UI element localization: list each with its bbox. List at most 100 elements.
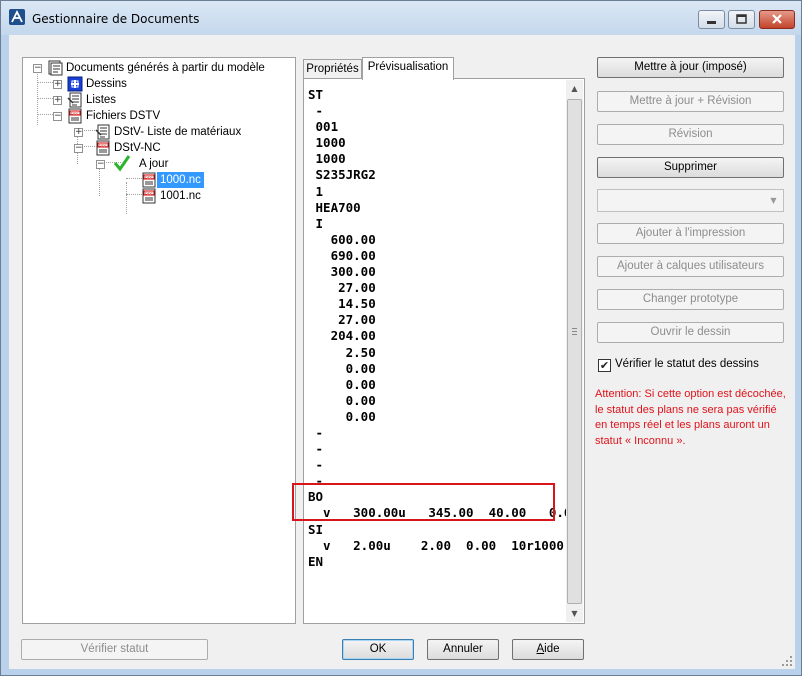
delete-button[interactable]: Supprimer: [597, 157, 784, 178]
preview-line: 204.00: [308, 328, 376, 344]
dialog-client-area: − Documents générés à partir du modèle +…: [9, 35, 795, 669]
dstv-files-icon: DOC: [68, 108, 82, 124]
preview-line: 0.00: [308, 408, 376, 424]
tree-item-1000-nc[interactable]: DOC 1000.nc: [23, 172, 293, 188]
expand-icon[interactable]: +: [74, 128, 83, 137]
verify-status-label: Vérifier le statut des dessins: [615, 358, 759, 370]
scrollbar-thumb[interactable]: [567, 99, 582, 604]
preview-line: 27.00: [308, 312, 376, 328]
tree-item-a-jour[interactable]: − A jour: [23, 155, 293, 172]
preview-scrollbar[interactable]: ▲ ▼: [566, 80, 583, 622]
cancel-button[interactable]: Annuler: [427, 639, 499, 660]
collapse-icon[interactable]: −: [74, 144, 83, 153]
preview-line: S235JRG2: [308, 167, 376, 183]
chevron-down-icon[interactable]: ▼: [766, 192, 781, 209]
tree-label-dessins: Dessins: [86, 78, 127, 90]
scroll-down-arrow-icon[interactable]: ▼: [566, 605, 583, 622]
expand-icon[interactable]: +: [53, 96, 62, 105]
preview-line: 0.00: [308, 360, 376, 376]
close-button[interactable]: [759, 10, 795, 29]
preview-line: SI: [308, 521, 324, 537]
tab-previsualisation[interactable]: Prévisualisation: [362, 57, 454, 80]
tab-proprietes[interactable]: Propriétés: [303, 59, 362, 79]
update-forced-button[interactable]: Mettre à jour (imposé): [597, 57, 784, 78]
change-prototype-button[interactable]: Changer prototype: [597, 289, 784, 310]
preview-line: -: [308, 457, 324, 473]
tree-item-dstv-nc[interactable]: − DOC DStV-NC: [23, 140, 293, 156]
tree-item-root[interactable]: − Documents générés à partir du modèle: [23, 60, 293, 76]
document-manager-window: Gestionnaire de Documents − Documents gé…: [0, 0, 802, 676]
update-revision-button[interactable]: Mettre à jour + Révision: [597, 91, 784, 112]
preview-line: ST: [308, 87, 324, 102]
resize-grip-icon[interactable]: [781, 655, 793, 667]
verify-status-button[interactable]: Vérifier statut: [21, 639, 208, 660]
maximize-icon: [736, 14, 747, 24]
preview-line: 0.00: [308, 376, 376, 392]
svg-text:DOC: DOC: [99, 144, 107, 148]
preview-line: -: [308, 441, 324, 457]
preview-line: -: [308, 103, 324, 119]
tree-label-root: Documents générés à partir du modèle: [66, 62, 265, 74]
preview-line: 300.00: [308, 264, 376, 280]
material-list-icon: [95, 124, 110, 140]
svg-text:DOC: DOC: [145, 192, 153, 196]
drawings-icon: [67, 76, 83, 92]
model-documents-icon: [48, 60, 63, 76]
expand-icon[interactable]: +: [53, 80, 62, 89]
collapse-icon[interactable]: −: [96, 160, 105, 169]
preview-line: 27.00: [308, 280, 376, 296]
title-bar: Gestionnaire de Documents: [1, 1, 801, 35]
preview-line: 0.00: [308, 392, 376, 408]
preview-line: 1: [308, 183, 324, 199]
preview-line: 600.00: [308, 231, 376, 247]
preview-line: 1000: [308, 151, 346, 167]
help-button-label-access-key: A: [536, 643, 545, 655]
tree-label-dstv-liste: DStV- Liste de matériaux: [114, 126, 242, 138]
minimize-button[interactable]: [698, 10, 725, 29]
preview-line: 690.00: [308, 247, 376, 263]
preview-line: -: [308, 424, 324, 440]
nc-file-icon: DOC: [142, 172, 156, 188]
tree-label-listes: Listes: [86, 94, 117, 106]
open-drawing-button[interactable]: Ouvrir le dessin: [597, 322, 784, 343]
close-icon: [772, 14, 782, 24]
preview-line: 2.50: [308, 344, 376, 360]
preview-line: I: [308, 215, 324, 231]
autocad-app-icon: [9, 9, 25, 25]
window-title: Gestionnaire de Documents: [32, 12, 200, 26]
dropdown-select[interactable]: ▼: [597, 189, 784, 212]
verify-status-checkbox[interactable]: ✔: [598, 359, 611, 372]
tree-item-fichiers-dstv[interactable]: − DOC Fichiers DSTV: [23, 108, 293, 124]
lists-icon: [67, 92, 82, 108]
svg-text:DOC: DOC: [71, 112, 79, 116]
tree-item-1001-nc[interactable]: DOC 1001.nc: [23, 188, 293, 204]
add-to-print-button[interactable]: Ajouter à l'impression: [597, 223, 784, 244]
preview-line: 001: [308, 119, 339, 135]
help-button-label-rest: ide: [544, 643, 560, 655]
help-button[interactable]: Aide: [512, 639, 584, 660]
maximize-button[interactable]: [728, 10, 755, 29]
tree-item-dstv-liste[interactable]: + DStV- Liste de matériaux: [23, 124, 293, 140]
svg-text:DOC: DOC: [145, 176, 153, 180]
add-to-user-layers-button[interactable]: Ajouter à calques utilisateurs: [597, 256, 784, 277]
tree-label-1001-nc: 1001.nc: [160, 190, 201, 202]
document-tree[interactable]: − Documents générés à partir du modèle +…: [22, 57, 296, 624]
scroll-grip-icon: [572, 328, 577, 335]
tree-item-dessins[interactable]: + Dessins: [23, 76, 293, 92]
collapse-icon[interactable]: −: [33, 64, 42, 73]
minimize-icon: [707, 21, 716, 24]
tree-label-1000-nc: 1000.nc: [157, 172, 204, 188]
annotation-highlight-box: [292, 483, 555, 521]
revision-button[interactable]: Révision: [597, 124, 784, 145]
dstv-nc-icon: DOC: [96, 140, 110, 156]
ok-button[interactable]: OK: [342, 639, 414, 660]
collapse-icon[interactable]: −: [53, 112, 62, 121]
tree-label-a-jour: A jour: [139, 158, 169, 170]
tree-item-listes[interactable]: + Listes: [23, 92, 293, 108]
preview-line: 1000: [308, 135, 346, 151]
scroll-up-arrow-icon[interactable]: ▲: [566, 80, 583, 97]
preview-line: EN: [308, 553, 324, 569]
checkmark-up-to-date-icon: [113, 155, 131, 172]
preview-line: v 2.00u 2.00 0.00 10r1000: [308, 537, 564, 553]
preview-pane: ST - 001 1000 1000 S235JRG2 1 HEA700 I 6…: [303, 78, 585, 624]
